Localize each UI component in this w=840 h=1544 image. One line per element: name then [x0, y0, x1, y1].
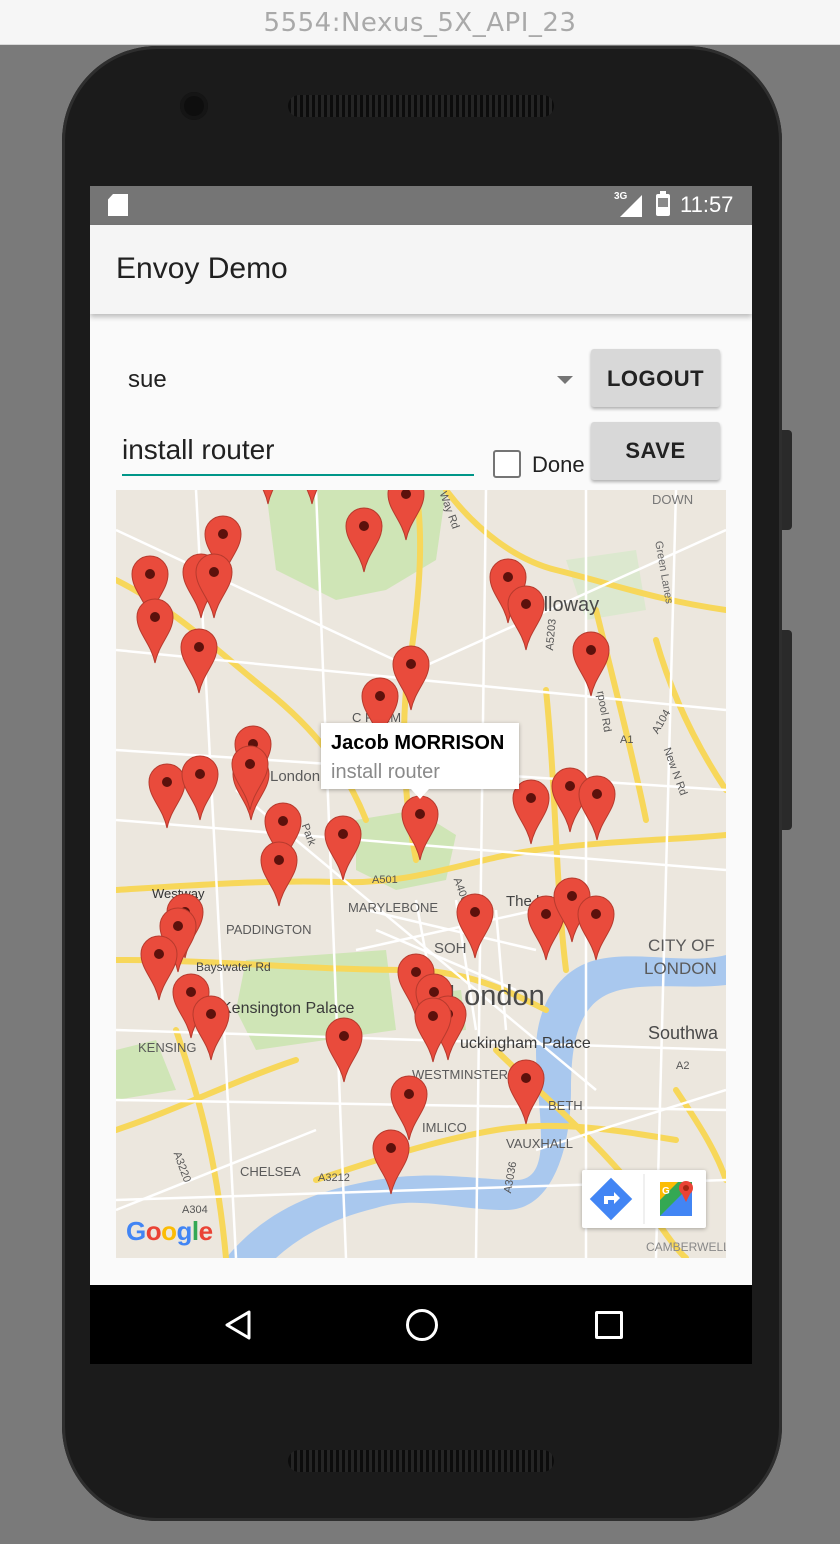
power-button[interactable] — [782, 630, 792, 830]
phone-screen: 3G 11:57 Envoy Demo sue LOGOUT SAVE Done — [90, 186, 752, 1364]
map-toolbar-icons: G — [589, 1174, 693, 1224]
map-marker[interactable] — [392, 645, 430, 711]
map-marker[interactable] — [372, 1129, 410, 1195]
directions-icon[interactable] — [589, 1177, 633, 1221]
map-marker[interactable] — [180, 628, 218, 694]
map-marker[interactable] — [578, 775, 616, 841]
back-icon[interactable] — [223, 1310, 253, 1340]
map-marker[interactable] — [140, 935, 178, 1001]
map-marker[interactable] — [250, 490, 286, 505]
map-marker[interactable] — [345, 507, 383, 573]
status-bar: 3G 11:57 — [90, 186, 752, 225]
task-input-underline — [122, 474, 474, 476]
map-marker[interactable] — [148, 763, 186, 829]
info-window-subtitle: install router — [331, 761, 440, 783]
map-marker[interactable] — [577, 895, 615, 961]
marker-layer[interactable] — [116, 490, 726, 1258]
map-marker[interactable] — [387, 490, 425, 541]
battery-icon — [656, 191, 670, 216]
svg-text:G: G — [662, 1186, 670, 1197]
signal-icon — [620, 195, 642, 217]
map-marker[interactable] — [572, 631, 610, 697]
google-logo: Google — [126, 1216, 213, 1246]
map-marker[interactable] — [401, 795, 439, 861]
map-toolbar: G — [582, 1170, 706, 1228]
map-marker[interactable] — [181, 755, 219, 821]
front-camera — [180, 92, 208, 120]
done-label[interactable]: Done — [532, 452, 585, 478]
sd-card-icon — [108, 194, 128, 216]
map-marker[interactable] — [512, 779, 550, 845]
volume-button[interactable] — [782, 430, 792, 530]
status-clock: 11:57 — [680, 192, 734, 217]
map-marker[interactable] — [294, 490, 330, 505]
dropdown-arrow-icon[interactable] — [557, 376, 573, 384]
home-icon[interactable] — [406, 1309, 438, 1341]
recents-icon[interactable] — [595, 1311, 623, 1339]
google-maps-icon[interactable]: G — [660, 1181, 693, 1216]
emulator-window-title: 5554:Nexus_5X_API_23 — [0, 0, 840, 45]
info-window-title: Jacob MORRISON — [331, 732, 505, 754]
top-speaker — [288, 95, 554, 117]
save-button[interactable]: SAVE — [591, 422, 720, 480]
map-marker[interactable] — [325, 1017, 363, 1083]
map-marker[interactable] — [136, 598, 174, 664]
map-marker[interactable] — [231, 745, 269, 811]
task-input[interactable] — [122, 434, 472, 466]
bottom-speaker — [288, 1450, 554, 1472]
navigation-bar — [90, 1285, 752, 1364]
map-marker[interactable] — [507, 585, 545, 651]
app-title: Envoy Demo — [116, 252, 288, 285]
map-view[interactable]: Holloway London MARYLEBONE PADDINGTON We… — [116, 490, 726, 1258]
map-marker[interactable] — [324, 815, 362, 881]
map-marker[interactable] — [192, 995, 230, 1061]
map-marker[interactable] — [456, 893, 494, 959]
marker-info-window[interactable]: Jacob MORRISON install router — [321, 723, 519, 799]
done-checkbox[interactable] — [493, 450, 521, 478]
logout-button[interactable]: LOGOUT — [591, 349, 720, 407]
user-spinner[interactable]: sue — [128, 366, 167, 394]
app-bar: Envoy Demo — [90, 225, 752, 314]
map-marker[interactable] — [260, 841, 298, 907]
map-marker[interactable] — [507, 1059, 545, 1125]
